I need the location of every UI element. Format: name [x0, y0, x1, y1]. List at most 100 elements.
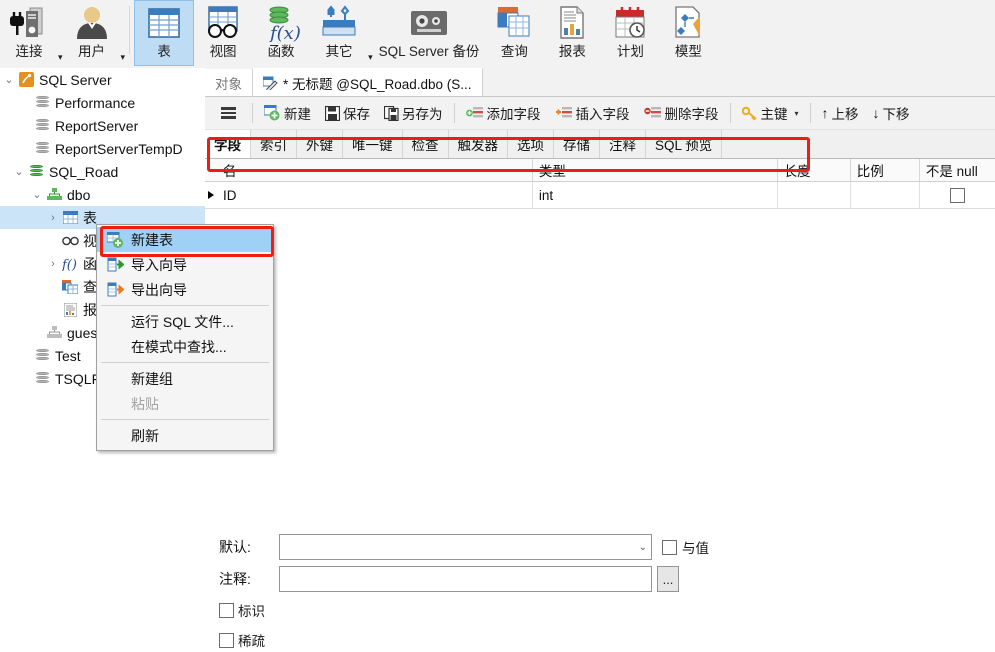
user-icon: [71, 3, 113, 43]
twisty-down-icon[interactable]: ⌄: [30, 188, 44, 201]
tables-context-menu[interactable]: 新建表 导入向导 导出向导 运行 SQL 文件... 在模式中查找... 新建组…: [96, 224, 274, 451]
key-icon: [741, 106, 757, 120]
cell-field-type[interactable]: int: [533, 182, 778, 208]
context-menu-item-find-in-schema[interactable]: 在模式中查找...: [97, 334, 273, 359]
ribbon-button-query[interactable]: 查询: [485, 0, 543, 65]
twisty-right-icon[interactable]: ›: [46, 258, 60, 270]
not-null-checkbox[interactable]: [950, 187, 965, 203]
plug-server-icon: [8, 3, 50, 43]
ribbon-button-schedule[interactable]: 计划: [601, 0, 659, 65]
cell-field-length[interactable]: [778, 182, 851, 208]
tab-indexes[interactable]: 索引: [251, 130, 297, 158]
tree-item-dbo[interactable]: ⌄ dbo: [0, 183, 205, 206]
tree-item-reportservertempdb[interactable]: ReportServerTempD: [0, 137, 205, 160]
move-down-button[interactable]: ↓ 下移: [866, 101, 917, 125]
tab-fields[interactable]: 字段: [205, 130, 251, 158]
query-icon: [60, 279, 80, 294]
context-menu-item-paste: 粘贴: [97, 391, 273, 416]
identity-checkbox[interactable]: [219, 602, 234, 618]
sparse-checkbox[interactable]: [219, 632, 234, 648]
tab-sql-preview[interactable]: SQL 预览: [646, 130, 723, 158]
comment-input[interactable]: [279, 566, 652, 592]
ribbon-button-model[interactable]: 模型: [659, 0, 717, 65]
insert-field-button[interactable]: 插入字段: [548, 101, 637, 125]
cell-field-scale[interactable]: [851, 182, 920, 208]
tab-untitled-table-designer[interactable]: * 无标题 @SQL_Road.dbo (S...: [253, 68, 483, 96]
tab-objects[interactable]: 对象: [205, 69, 253, 96]
context-menu-separator: [101, 419, 269, 420]
twisty-down-icon[interactable]: ⌄: [12, 165, 26, 178]
toolbar-separator: [453, 103, 455, 123]
context-menu-label: 导入向导: [131, 256, 187, 273]
context-menu-item-refresh[interactable]: 刷新: [97, 423, 273, 448]
ribbon-button-report[interactable]: 报表: [543, 0, 601, 65]
context-menu-item-import-wizard[interactable]: 导入向导: [97, 252, 273, 277]
grid-header-row: 名 类型 长度 比例 不是 null: [205, 159, 995, 182]
toolbar-label: 删除字段: [664, 107, 719, 122]
tab-options[interactable]: 选项: [508, 130, 554, 158]
twisty-down-icon[interactable]: ⌄: [2, 73, 16, 86]
tab-comment[interactable]: 注释: [600, 130, 646, 158]
ellipsis-label: ...: [662, 571, 674, 587]
column-header-type[interactable]: 类型: [533, 159, 778, 181]
delete-field-button[interactable]: 删除字段: [637, 101, 726, 125]
ribbon-button-sqlserver-backup[interactable]: SQL Server 备份: [373, 0, 486, 65]
database-icon: [32, 141, 52, 156]
context-menu-label: 导出向导: [131, 281, 187, 298]
ribbon-button-user[interactable]: 用户: [63, 0, 121, 65]
move-up-button[interactable]: ↑ 上移: [815, 101, 866, 125]
tab-foreign-keys[interactable]: 外键: [297, 130, 343, 158]
sparse-checkbox-group[interactable]: 稀疏: [205, 625, 995, 652]
ribbon-button-other[interactable]: 其它: [310, 0, 368, 65]
view-glasses-icon: [202, 3, 244, 43]
table-row[interactable]: ID int: [205, 182, 995, 209]
tab-unique-keys[interactable]: 唯一键: [343, 130, 403, 158]
with-value-checkbox-group[interactable]: 与值: [662, 537, 709, 557]
fields-grid[interactable]: 名 类型 长度 比例 不是 null ID int: [205, 159, 995, 209]
identity-checkbox-group[interactable]: 标识: [205, 595, 995, 625]
cell-field-name[interactable]: ID: [217, 182, 533, 208]
cell-text: int: [538, 187, 554, 203]
ribbon-button-label: 表: [157, 44, 171, 59]
twisty-right-icon[interactable]: ›: [46, 212, 60, 224]
function-icon: f(): [60, 257, 80, 271]
column-header-scale[interactable]: 比例: [851, 159, 920, 181]
toolbar-label: 保存: [343, 107, 370, 122]
tab-checks[interactable]: 检查: [402, 130, 449, 158]
tab-storage[interactable]: 存储: [554, 130, 600, 158]
with-value-checkbox[interactable]: [662, 539, 677, 555]
add-field-button[interactable]: 添加字段: [459, 101, 548, 125]
save-button[interactable]: 保存: [318, 101, 377, 125]
context-menu-item-new-table[interactable]: 新建表: [97, 227, 273, 252]
schema-icon: [44, 188, 64, 201]
ribbon-button-view[interactable]: 视图: [194, 0, 252, 65]
main-ribbon: 连接 ▾ 用户 ▾ 表 视图 f(x) 函数 其它 ▾ SQL Server 备…: [0, 0, 995, 69]
tab-triggers[interactable]: 触发器: [448, 130, 508, 158]
tree-item-sql-server[interactable]: ⌄ SQL Server: [0, 68, 205, 91]
user-dropdown-caret[interactable]: ▾: [121, 0, 126, 78]
ribbon-button-table[interactable]: 表: [134, 0, 195, 66]
chevron-down-icon[interactable]: ⌄: [639, 542, 647, 553]
comment-ellipsis-button[interactable]: ...: [657, 566, 679, 592]
save-as-button[interactable]: 另存为: [377, 101, 450, 125]
tree-item-reportserver[interactable]: ReportServer: [0, 114, 205, 137]
context-menu-item-new-group[interactable]: 新建组: [97, 366, 273, 391]
ribbon-button-function[interactable]: f(x) 函数: [252, 0, 310, 65]
database-icon: [32, 371, 52, 386]
column-header-name[interactable]: 名: [217, 159, 533, 181]
menu-hamburger-icon[interactable]: [211, 107, 248, 119]
toolbar-separator: [809, 103, 811, 123]
column-header-not-null[interactable]: 不是 null: [920, 159, 995, 181]
chevron-down-icon[interactable]: ▾: [795, 109, 799, 118]
new-button[interactable]: 新建: [257, 101, 318, 125]
tree-item-performance[interactable]: Performance: [0, 91, 205, 114]
tree-item-sql-road[interactable]: ⌄ SQL_Road: [0, 160, 205, 183]
primary-key-button[interactable]: 主键 ▾: [735, 101, 806, 125]
column-header-length[interactable]: 长度: [778, 159, 851, 181]
default-value-combo[interactable]: ⌄: [279, 534, 652, 560]
context-menu-item-run-sql-file[interactable]: 运行 SQL 文件...: [97, 309, 273, 334]
svg-text:f(): f(): [62, 258, 77, 271]
context-menu-item-export-wizard[interactable]: 导出向导: [97, 277, 273, 302]
cell-field-not-null[interactable]: [920, 182, 995, 208]
ribbon-button-connect[interactable]: 连接: [0, 0, 58, 65]
